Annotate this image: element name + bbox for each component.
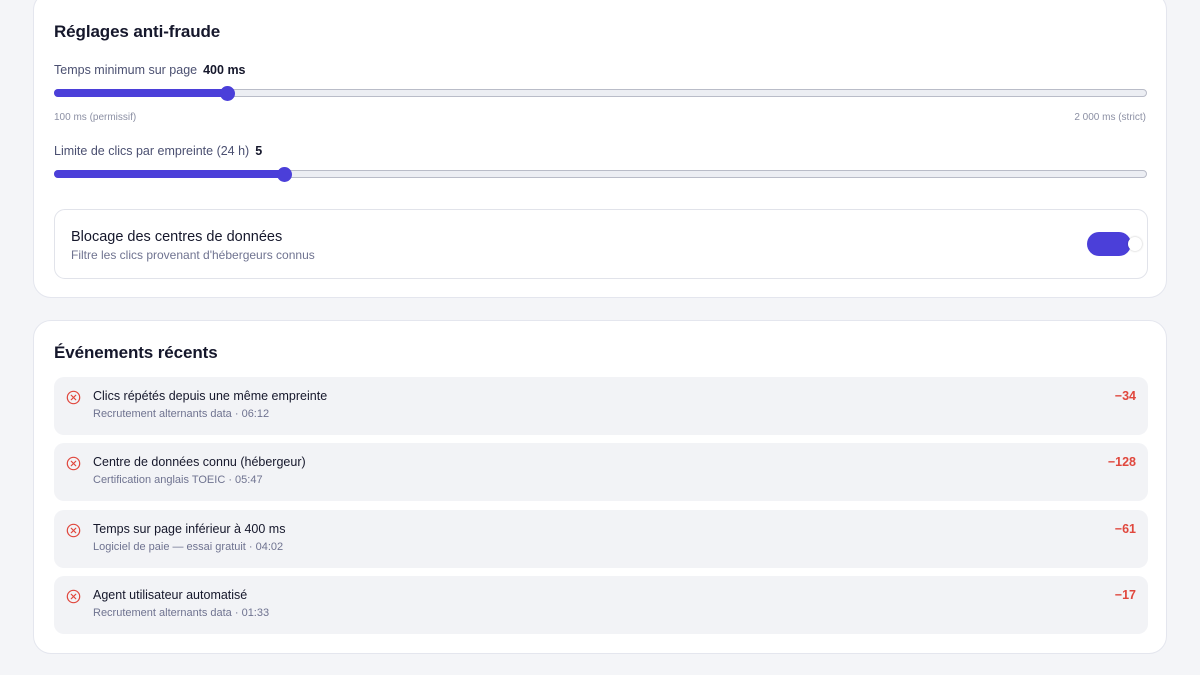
event-item[interactable]: Temps sur page inférieur à 400 ms Logici… [54,510,1148,568]
click-limit-slider-handle[interactable] [277,166,293,182]
x-circle-icon [66,523,81,538]
recent-events-title: Événements récents [54,343,218,362]
event-title: Clics répétés depuis une même empreinte [93,389,328,403]
click-limit-label: Limite de clics par empreinte (24 h) [54,144,250,158]
min-time-label: Temps minimum sur page [54,63,198,77]
event-meta: Recrutement alternants data · 01:33 [93,607,270,619]
event-title: Temps sur page inférieur à 400 ms [93,522,286,536]
event-meta: Recrutement alternants data · 06:12 [93,408,270,420]
datacenter-block-title: Blocage des centres de données [71,229,283,245]
datacenter-block-subtitle: Filtre les clics provenant d'hébergeurs … [71,248,315,262]
event-item[interactable]: Agent utilisateur automatisé Recrutement… [54,576,1148,634]
min-time-slider[interactable] [54,85,1147,101]
x-circle-icon [66,390,81,405]
x-circle-icon [66,589,81,604]
event-score: −61 [1114,522,1136,536]
event-item[interactable]: Clics répétés depuis une même empreinte … [54,377,1148,435]
min-time-max-hint: 2 000 ms (strict) [1074,112,1146,123]
event-meta: Certification anglais TOEIC · 05:47 [93,474,263,486]
x-circle-icon [66,456,81,471]
min-time-label-row: Temps minimum sur page 400 ms [54,63,246,77]
click-limit-value: 5 [255,144,263,158]
min-time-slider-fill [54,89,227,97]
click-limit-slider[interactable] [54,166,1147,182]
click-limit-slider-fill [54,170,284,178]
datacenter-block-toggle[interactable] [1087,232,1142,256]
event-score: −17 [1114,588,1136,602]
antifraud-settings-card: Réglages anti-fraude Temps minimum sur p… [33,0,1167,298]
min-time-min-hint: 100 ms (permissif) [54,112,137,123]
toggle-knob [1128,237,1142,251]
click-limit-label-row: Limite de clics par empreinte (24 h) 5 [54,144,262,158]
datacenter-block-setting: Blocage des centres de données Filtre le… [54,209,1148,279]
event-meta: Logiciel de paie — essai gratuit · 04:02 [93,541,284,553]
event-score: −128 [1107,455,1136,469]
event-title: Centre de données connu (hébergeur) [93,455,306,469]
event-title: Agent utilisateur automatisé [93,588,248,602]
event-item[interactable]: Centre de données connu (hébergeur) Cert… [54,443,1148,501]
min-time-slider-handle[interactable] [219,85,235,101]
min-time-value: 400 ms [203,63,246,77]
recent-events-card: Événements récents Clics répétés depuis … [33,320,1167,654]
antifraud-settings-title: Réglages anti-fraude [54,22,221,41]
event-score: −34 [1114,389,1136,403]
